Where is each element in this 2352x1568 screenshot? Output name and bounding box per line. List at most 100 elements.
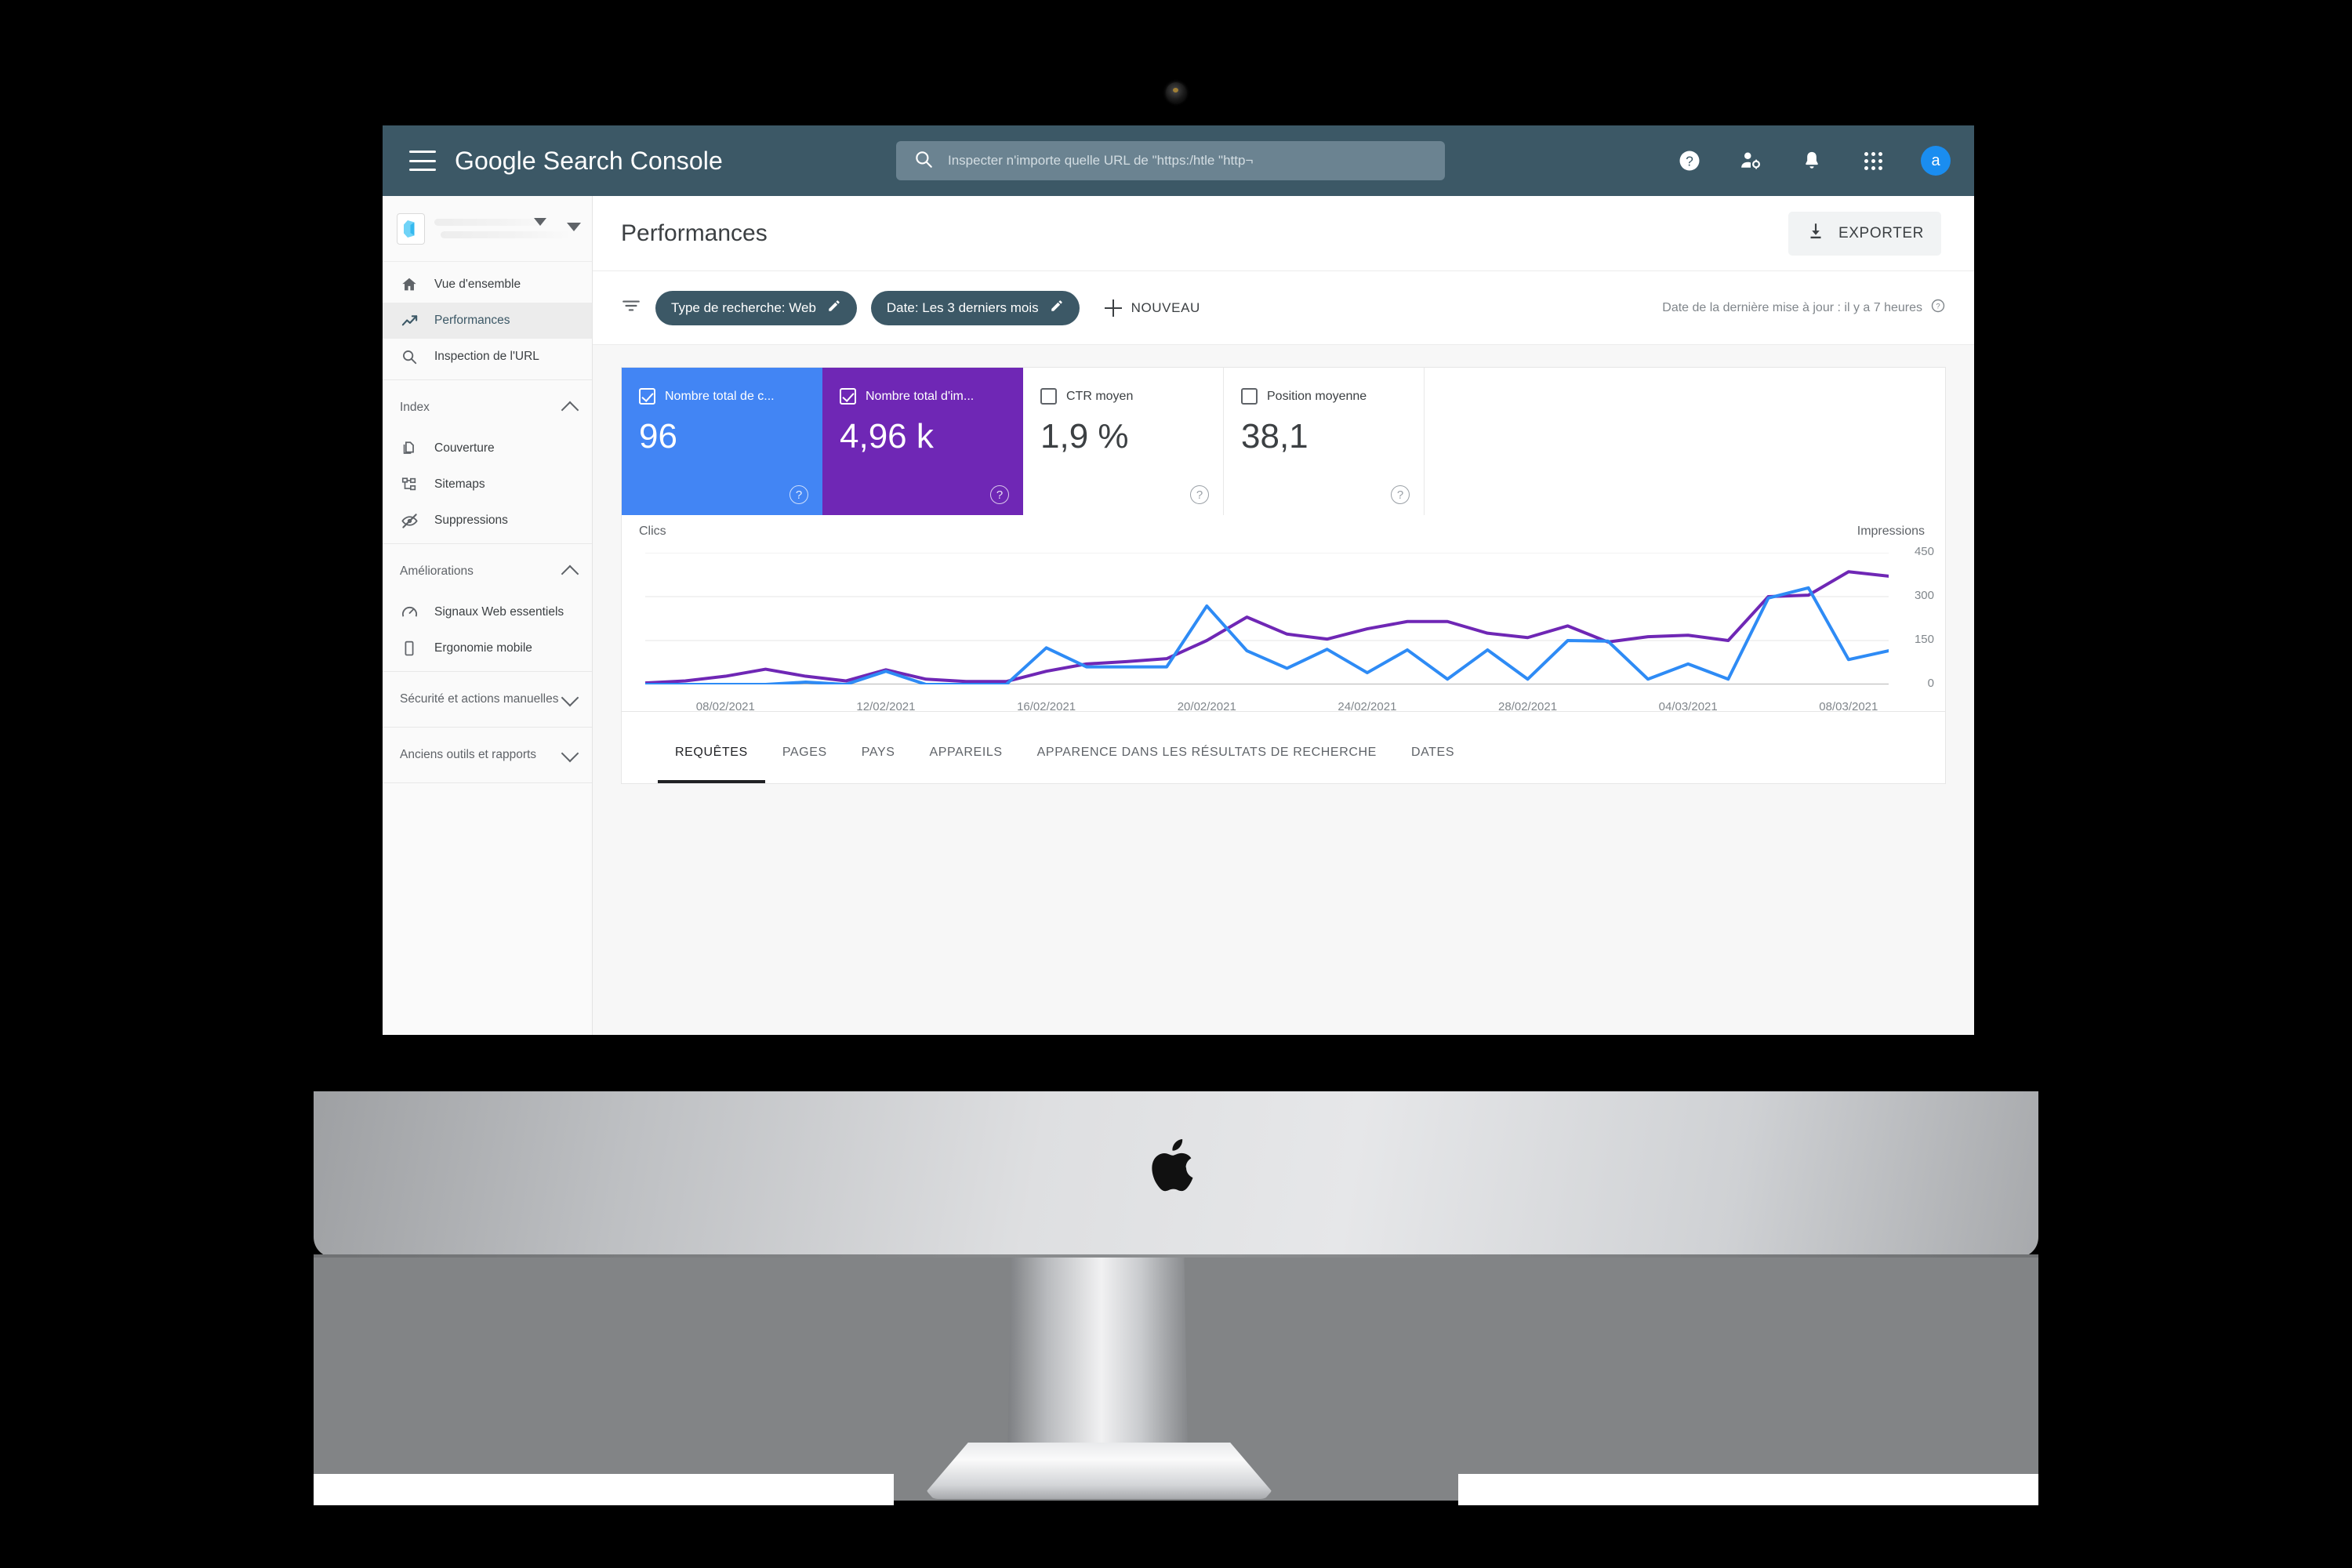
export-button[interactable]: EXPORTER [1788,211,1941,256]
mobile-icon [400,639,419,658]
chart-y-tick-label: 0 [1927,677,1934,690]
monitor-stand-neck [1007,1258,1188,1460]
sidebar-item-removals[interactable]: Suppressions [383,503,592,539]
avatar[interactable]: a [1921,146,1951,176]
app-header: Google Search Console Inspecter n'import… [383,125,1974,196]
nav-group-index: Index Couverture Sitemaps Suppressions [383,380,592,544]
performance-chart: Clics Impressions 0 150 300 450 08/02/2021 1… [622,515,1945,713]
metric-checkbox[interactable] [639,388,655,405]
property-dropdown-chevron-icon[interactable] [567,223,581,231]
performance-card: Nombre total de c... 96 ? Nombre total d… [621,367,1946,713]
metric-label: Position moyenne [1267,389,1367,403]
metric-checkbox[interactable] [1040,388,1057,405]
chevron-down-icon[interactable] [534,218,546,226]
add-filter-label: NOUVEAU [1131,299,1200,315]
tab-label: PAYS [861,746,895,759]
sidebar-section-index[interactable]: Index [383,385,592,430]
sidebar-section-legacy-tools[interactable]: Anciens outils et rapports [383,732,592,778]
sidebar-item-core-web-vitals[interactable]: Signaux Web essentiels [383,594,592,630]
metric-card-average-position[interactable]: Position moyenne 38,1 ? [1224,368,1425,515]
monitor-stand-foot [927,1443,1272,1499]
metric-card-total-clicks[interactable]: Nombre total de c... 96 ? [622,368,822,515]
metric-cards: Nombre total de c... 96 ? Nombre total d… [622,368,1945,515]
metric-label: CTR moyen [1066,389,1134,403]
svg-text:?: ? [1686,153,1693,169]
app-body: Vue d'ensemble Performances Inspection d… [383,196,1974,1035]
sidebar-section-improvements[interactable]: Améliorations [383,549,592,594]
metric-checkbox[interactable] [1241,388,1258,405]
sidebar-item-overview[interactable]: Vue d'ensemble [383,267,592,303]
sidebar: Vue d'ensemble Performances Inspection d… [383,196,593,1035]
chart-x-tick-label: 12/02/2021 [856,700,916,713]
filter-chip-label: Type de recherche: Web [671,299,816,315]
help-circle-icon[interactable]: ? [789,485,808,504]
property-name [434,219,578,238]
chevron-up-icon [561,564,579,583]
bell-icon[interactable] [1798,147,1825,174]
help-circle-icon[interactable]: ? [990,485,1009,504]
svg-text:?: ? [1936,303,1940,311]
sidebar-section-security[interactable]: Sécurité et actions manuelles [383,677,592,722]
sidebar-item-label: Signaux Web essentiels [434,605,564,619]
add-filter-button[interactable]: NOUVEAU [1104,299,1200,317]
chart-x-tick-label: 08/03/2021 [1819,700,1878,713]
metric-value: 1,9 % [1040,417,1129,456]
last-update-label: Date de la dernière mise à jour : il y a… [1662,300,1922,314]
metric-checkbox[interactable] [840,388,856,405]
performance-content: Nombre total de c... 96 ? Nombre total d… [593,345,1974,1035]
help-circle-icon[interactable]: ? [1190,485,1209,504]
help-circle-icon[interactable]: ? [1930,298,1946,318]
chart-series-impressions [645,572,1889,683]
chart-y-tick-label: 300 [1914,589,1934,602]
last-update-info: Date de la dernière mise à jour : il y a… [1662,298,1946,318]
account-settings-icon[interactable] [1737,147,1764,174]
metric-label: Nombre total d'im... [866,389,975,403]
tab-countries[interactable]: PAYS [844,725,913,783]
pencil-icon[interactable] [1050,299,1064,317]
tab-pages[interactable]: PAGES [765,725,844,783]
hamburger-icon[interactable] [409,151,436,171]
search-input[interactable]: Inspecter n'importe quelle URL de "https… [948,153,1253,169]
download-icon [1806,221,1826,245]
tab-devices[interactable]: APPAREILS [913,725,1020,783]
filter-chip-search-type[interactable]: Type de recherche: Web [655,290,857,325]
sidebar-section-label: Améliorations [400,564,474,578]
chart-x-tick-label: 16/02/2021 [1017,700,1076,713]
tab-label: APPAREILS [929,746,1003,759]
sidebar-item-coverage[interactable]: Couverture [383,430,592,466]
export-label: EXPORTER [1838,224,1924,241]
sidebar-item-sitemaps[interactable]: Sitemaps [383,466,592,503]
sidebar-item-mobile-usability[interactable]: Ergonomie mobile [383,630,592,666]
chart-x-tick-label: 04/03/2021 [1658,700,1718,713]
brand-google: Google [455,146,536,175]
sidebar-item-url-inspection[interactable]: Inspection de l'URL [383,339,592,375]
floor-left [314,1474,894,1505]
metric-value: 96 [639,417,677,456]
help-icon[interactable]: ? [1676,147,1703,174]
apps-grid-icon[interactable] [1860,147,1886,174]
sidebar-item-label: Ergonomie mobile [434,641,532,655]
nav-group-improvements: Améliorations Signaux Web essentiels Erg… [383,544,592,672]
metric-card-average-ctr[interactable]: CTR moyen 1,9 % ? [1023,368,1224,515]
filter-bar: Type de recherche: Web Date: Les 3 derni… [593,271,1974,345]
chart-x-tick-label: 20/02/2021 [1177,700,1236,713]
metric-label: Nombre total de c... [665,389,775,403]
tab-queries[interactable]: REQUÊTES [658,725,765,783]
help-circle-icon[interactable]: ? [1391,485,1410,504]
url-inspection-search[interactable]: Inspecter n'importe quelle URL de "https… [896,141,1445,180]
chart-y-axis-right-title: Impressions [1857,524,1925,538]
sidebar-item-label: Suppressions [434,514,508,527]
tab-search-appearance[interactable]: APPARENCE DANS LES RÉSULTATS DE RECHERCH… [1020,725,1394,783]
chart-x-tick-label: 28/02/2021 [1498,700,1558,713]
metric-card-total-impressions[interactable]: Nombre total d'im... 4,96 k ? [822,368,1023,515]
property-selector[interactable] [383,196,592,262]
sidebar-item-performance[interactable]: Performances [383,303,592,339]
filter-icon[interactable] [621,296,641,320]
nav-group-main: Vue d'ensemble Performances Inspection d… [383,262,592,380]
search-icon [913,149,934,173]
metric-value: 38,1 [1241,417,1308,456]
filter-chip-date[interactable]: Date: Les 3 derniers mois [870,290,1080,325]
sidebar-item-label: Performances [434,314,510,327]
tab-dates[interactable]: DATES [1394,725,1472,783]
pencil-icon[interactable] [827,299,841,317]
